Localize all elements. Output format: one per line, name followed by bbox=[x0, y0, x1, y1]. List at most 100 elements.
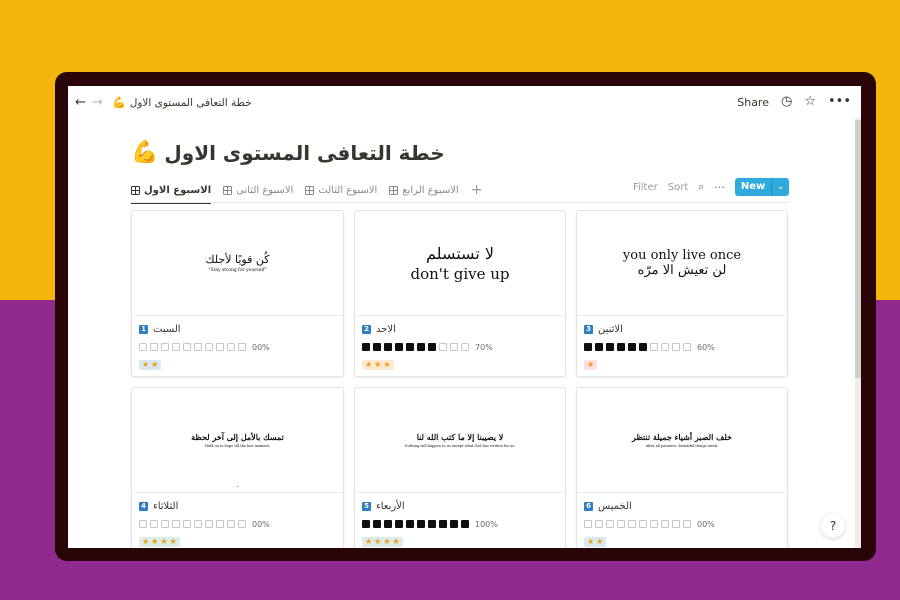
progress-percent: 00% bbox=[697, 519, 715, 529]
number-badge-icon: 1 bbox=[139, 324, 148, 334]
gallery-card[interactable]: لا تستسلم don't give up 2 الاحد 70% ★ ★ ★ bbox=[354, 210, 566, 377]
filled-square-icon bbox=[639, 343, 647, 351]
gallery-card[interactable]: تمسك بالأمل إلى آخر لحظة Hold on to hope… bbox=[131, 387, 344, 548]
cover-quote-arabic: لا تستسلم bbox=[426, 243, 494, 263]
clock-icon[interactable]: ◷ bbox=[781, 95, 792, 109]
empty-square-icon bbox=[183, 520, 191, 528]
top-bar: ← → 💪 خطة التعافى المستوى الاول Share ◷ … bbox=[68, 86, 861, 120]
number-badge-icon: 4 bbox=[139, 501, 148, 511]
share-button[interactable]: Share bbox=[737, 96, 769, 109]
number-badge-icon: 5 bbox=[362, 501, 371, 511]
tab-label: الاسبوع الثالث bbox=[318, 184, 378, 196]
empty-square-icon bbox=[150, 520, 158, 528]
gallery-icon bbox=[223, 185, 233, 195]
breadcrumb[interactable]: 💪 خطة التعافى المستوى الاول bbox=[112, 96, 252, 109]
star-icon: ★ bbox=[365, 537, 373, 546]
filter-button[interactable]: Filter bbox=[633, 182, 658, 193]
empty-square-icon bbox=[205, 520, 213, 528]
cover-quote-arabic: لا يصيبنا إلا ما كتب الله لنا bbox=[416, 432, 504, 442]
page-title[interactable]: 💪 خطة التعافى المستوى الاول bbox=[131, 140, 445, 165]
gallery-card[interactable]: you only live once لن تعيش الا مرّه 3 ال… bbox=[576, 210, 788, 377]
cover-quote-english: you only live once bbox=[622, 248, 742, 263]
filled-square-icon bbox=[461, 520, 469, 528]
filled-square-icon bbox=[406, 520, 414, 528]
ellipsis-icon[interactable]: ••• bbox=[828, 95, 851, 109]
new-button-label[interactable]: New bbox=[735, 178, 771, 196]
empty-square-icon bbox=[194, 343, 202, 351]
chevron-down-icon[interactable]: ⌄ bbox=[771, 178, 789, 196]
card-body: 5 الأربعاء 100% ★ ★ ★ ★ bbox=[355, 493, 565, 548]
ellipsis-icon[interactable]: ··· bbox=[714, 181, 725, 194]
top-actions: Share ◷ ☆ ••• bbox=[737, 95, 851, 109]
add-view-button[interactable]: + bbox=[471, 182, 483, 198]
arrow-left-icon[interactable]: ← bbox=[75, 95, 86, 111]
progress-boxes: 00% bbox=[139, 342, 336, 352]
empty-square-icon bbox=[650, 520, 658, 528]
empty-square-icon bbox=[439, 343, 447, 351]
empty-square-icon bbox=[172, 343, 180, 351]
cover-quote-arabic: لن تعيش الا مرّه bbox=[637, 263, 727, 278]
empty-square-icon bbox=[238, 343, 246, 351]
filled-square-icon bbox=[439, 520, 447, 528]
cover-quote-english: Nothing will happen to us except what Go… bbox=[404, 444, 516, 448]
tab-week-1[interactable]: الاسبوع الاول bbox=[131, 179, 212, 204]
cover-quote-english: don't give up bbox=[410, 264, 510, 283]
gallery-card[interactable]: كُن قويًا لأجلك "Stay strong for yoursel… bbox=[131, 210, 344, 377]
star-outline-icon[interactable]: ☆ bbox=[804, 95, 816, 109]
progress-percent: 00% bbox=[252, 519, 270, 529]
scrollbar-thumb[interactable] bbox=[855, 120, 861, 378]
star-icon: ★ bbox=[142, 537, 150, 546]
arrow-right-icon[interactable]: → bbox=[92, 95, 103, 111]
empty-square-icon bbox=[683, 520, 691, 528]
gallery-card[interactable]: خلف الصبر أشياء جميلة تنتظر After all pa… bbox=[576, 387, 788, 548]
card-body: 4 الثلاثاء 00% ★ ★ ★ ★ bbox=[132, 493, 343, 548]
progress-boxes: 00% bbox=[584, 519, 780, 529]
empty-square-icon bbox=[683, 343, 691, 351]
rating-tag: ★ ★ ★ ★ bbox=[362, 537, 403, 547]
card-cover: كُن قويًا لأجلك "Stay strong for yoursel… bbox=[132, 211, 343, 316]
filled-square-icon bbox=[606, 343, 614, 351]
card-body: 6 الخميس 00% ★ ★ bbox=[577, 493, 787, 548]
number-badge-icon: 2 bbox=[362, 324, 371, 334]
notion-window: ← → 💪 خطة التعافى المستوى الاول Share ◷ … bbox=[68, 86, 861, 548]
filled-square-icon bbox=[362, 520, 370, 528]
database-toolbar: Filter Sort ⌕ ··· New ⌄ bbox=[633, 178, 789, 196]
rating-tag: ★ ★ ★ ★ bbox=[139, 537, 180, 547]
empty-square-icon bbox=[650, 343, 658, 351]
tab-week-2[interactable]: الاسبوع الثانى bbox=[223, 179, 293, 201]
filled-square-icon bbox=[617, 343, 625, 351]
filled-square-icon bbox=[384, 343, 392, 351]
card-title: 6 الخميس bbox=[584, 499, 780, 513]
empty-square-icon bbox=[661, 520, 669, 528]
filled-square-icon bbox=[362, 343, 370, 351]
gallery-card[interactable]: لا يصيبنا إلا ما كتب الله لنا Nothing wi… bbox=[354, 387, 566, 548]
day-name: السبت bbox=[153, 323, 181, 335]
cover-quote-arabic: خلف الصبر أشياء جميلة تنتظر bbox=[632, 432, 732, 442]
empty-square-icon bbox=[205, 343, 213, 351]
filled-square-icon bbox=[395, 520, 403, 528]
tab-week-3[interactable]: الاسبوع الثالث bbox=[305, 179, 377, 201]
empty-square-icon bbox=[617, 520, 625, 528]
empty-square-icon bbox=[628, 520, 636, 528]
empty-square-icon bbox=[194, 520, 202, 528]
filled-square-icon bbox=[384, 520, 392, 528]
sort-button[interactable]: Sort bbox=[668, 182, 689, 193]
cover-quote-arabic: تمسك بالأمل إلى آخر لحظة bbox=[191, 432, 284, 442]
rating-tag: ★ ★ ★ bbox=[362, 360, 394, 370]
card-body: 2 الاحد 70% ★ ★ ★ bbox=[355, 316, 565, 376]
card-title: 5 الأربعاء bbox=[362, 499, 558, 513]
page-title-text[interactable]: خطة التعافى المستوى الاول bbox=[164, 141, 444, 165]
empty-square-icon bbox=[238, 520, 246, 528]
view-tabs: الاسبوع الاول الاسبوع الثانى الاسبوع الث… bbox=[131, 179, 483, 204]
flexed-biceps-icon[interactable]: 💪 bbox=[131, 140, 158, 165]
help-button[interactable]: ? bbox=[821, 514, 845, 538]
search-icon[interactable]: ⌕ bbox=[698, 180, 704, 194]
star-icon: ★ bbox=[160, 537, 168, 546]
rating-tag: ★ ★ bbox=[584, 537, 607, 547]
filled-square-icon bbox=[417, 520, 425, 528]
cover-quote-english: Hold on to hope till the last moment. bbox=[204, 444, 271, 448]
new-button[interactable]: New ⌄ bbox=[734, 178, 789, 196]
tab-week-4[interactable]: الاسبوع الرابع bbox=[389, 179, 459, 201]
empty-square-icon bbox=[661, 343, 669, 351]
star-icon: ★ bbox=[374, 360, 382, 369]
